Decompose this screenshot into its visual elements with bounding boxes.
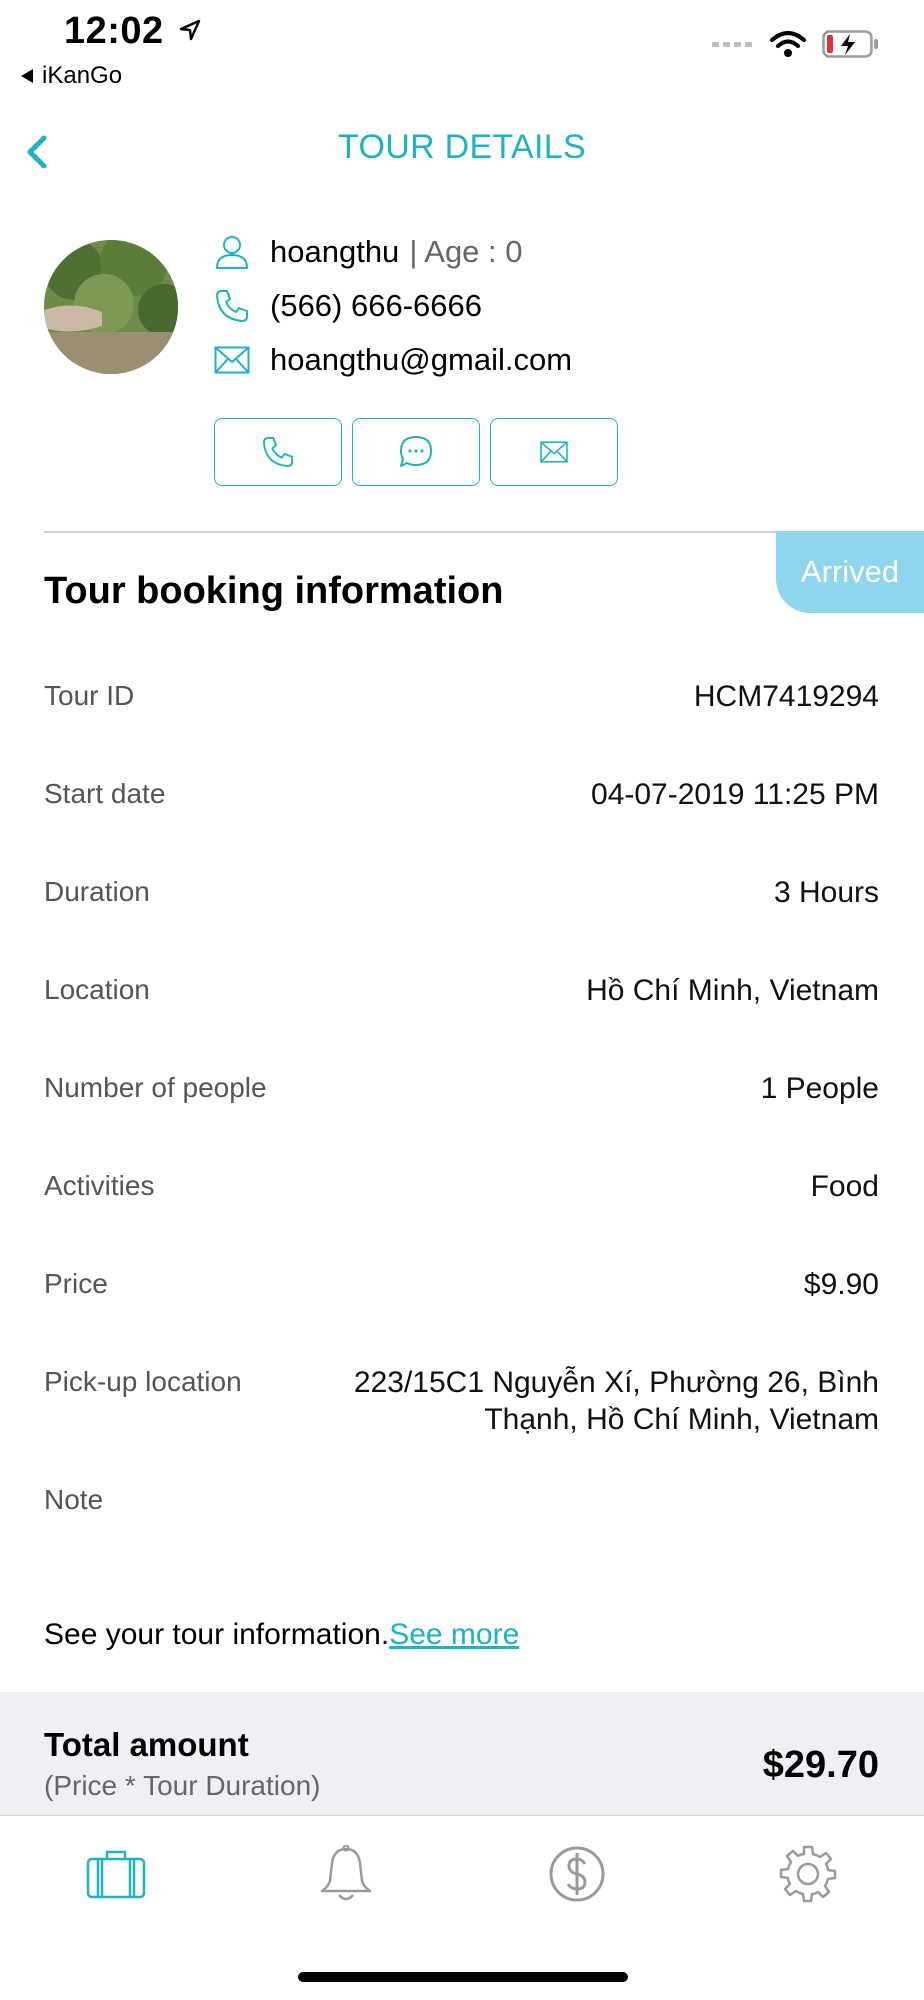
tour-id-value: HCM7419294 — [693, 680, 879, 713]
activities-label: Activities — [44, 1170, 155, 1201]
signal-icon — [712, 42, 752, 47]
avatar-photo — [44, 240, 178, 374]
age-text: | Age : 0 — [409, 234, 523, 269]
total-title: Total amount — [44, 1726, 249, 1763]
tab-tours[interactable] — [81, 1842, 151, 1906]
duration-label: Duration — [44, 876, 150, 907]
see-more-link[interactable]: See more — [389, 1618, 519, 1651]
start-date-value: 04-07-2019 11:25 PM — [591, 778, 879, 811]
profile-name-row: hoangthu | Age : 0 — [214, 234, 523, 270]
pickup-value-line2: Thạnh, Hồ Chí Minh, Vietnam — [484, 1403, 879, 1436]
tour-id-label: Tour ID — [44, 680, 135, 711]
suitcase-icon — [86, 1850, 146, 1899]
tab-settings[interactable] — [773, 1842, 843, 1906]
location-label: Location — [44, 974, 150, 1005]
tab-notifications[interactable] — [311, 1842, 381, 1906]
home-indicator — [298, 1972, 628, 1982]
phone-icon — [262, 436, 294, 468]
location-value: Hồ Chí Minh, Vietnam — [586, 974, 879, 1007]
duration-value: 3 Hours — [773, 876, 879, 909]
wifi-icon — [770, 31, 806, 57]
message-button[interactable] — [352, 418, 480, 486]
status-indicators — [712, 30, 880, 58]
status-time: 12:02 — [64, 10, 201, 53]
start-date-label: Start date — [44, 778, 166, 809]
tour-info-text: See your tour information. — [44, 1618, 390, 1651]
note-label: Note — [44, 1484, 104, 1515]
total-amount: $29.70 — [762, 1744, 879, 1786]
people-value: 1 People — [760, 1072, 879, 1105]
people-label: Number of people — [44, 1072, 267, 1103]
chat-bubble-icon — [400, 436, 432, 467]
bell-icon — [320, 1845, 372, 1901]
location-arrow-icon — [179, 19, 200, 41]
price-label: Price — [44, 1268, 108, 1299]
tab-payments[interactable] — [542, 1842, 612, 1906]
back-triangle-icon — [21, 69, 33, 83]
tour-info-line: See your tour information.See more — [44, 1618, 519, 1652]
profile-email-row: hoangthu@gmail.com — [214, 342, 572, 378]
avatar — [44, 240, 178, 374]
activities-value: Food — [810, 1170, 879, 1203]
dollar-icon — [549, 1846, 605, 1902]
mail-icon — [214, 342, 250, 378]
username: hoangthu — [270, 234, 400, 269]
section-title: Tour booking information — [44, 570, 504, 612]
price-value: $9.90 — [803, 1268, 879, 1301]
phone-icon — [214, 288, 250, 324]
phone-number: (566) 666-6666 — [270, 288, 482, 323]
back-to-app[interactable]: iKanGo — [20, 62, 122, 90]
call-button[interactable] — [214, 418, 342, 486]
user-icon — [214, 234, 250, 270]
pickup-label: Pick-up location — [44, 1366, 242, 1397]
email-button[interactable] — [490, 418, 618, 486]
battery-charging-icon — [822, 30, 878, 58]
profile-phone-row: (566) 666-6666 — [214, 288, 482, 324]
gear-icon — [779, 1845, 837, 1903]
pickup-value-line1: 223/15C1 Nguyễn Xí, Phường 26, Bình — [353, 1366, 879, 1399]
back-app-label: iKanGo — [42, 62, 123, 89]
time-text: 12:02 — [64, 10, 164, 52]
status-badge: Arrived — [776, 531, 924, 613]
email-address: hoangthu@gmail.com — [270, 342, 573, 377]
mail-icon — [540, 441, 568, 463]
page-title: TOUR DETAILS — [338, 128, 586, 166]
total-subtitle: (Price * Tour Duration) — [44, 1770, 321, 1801]
